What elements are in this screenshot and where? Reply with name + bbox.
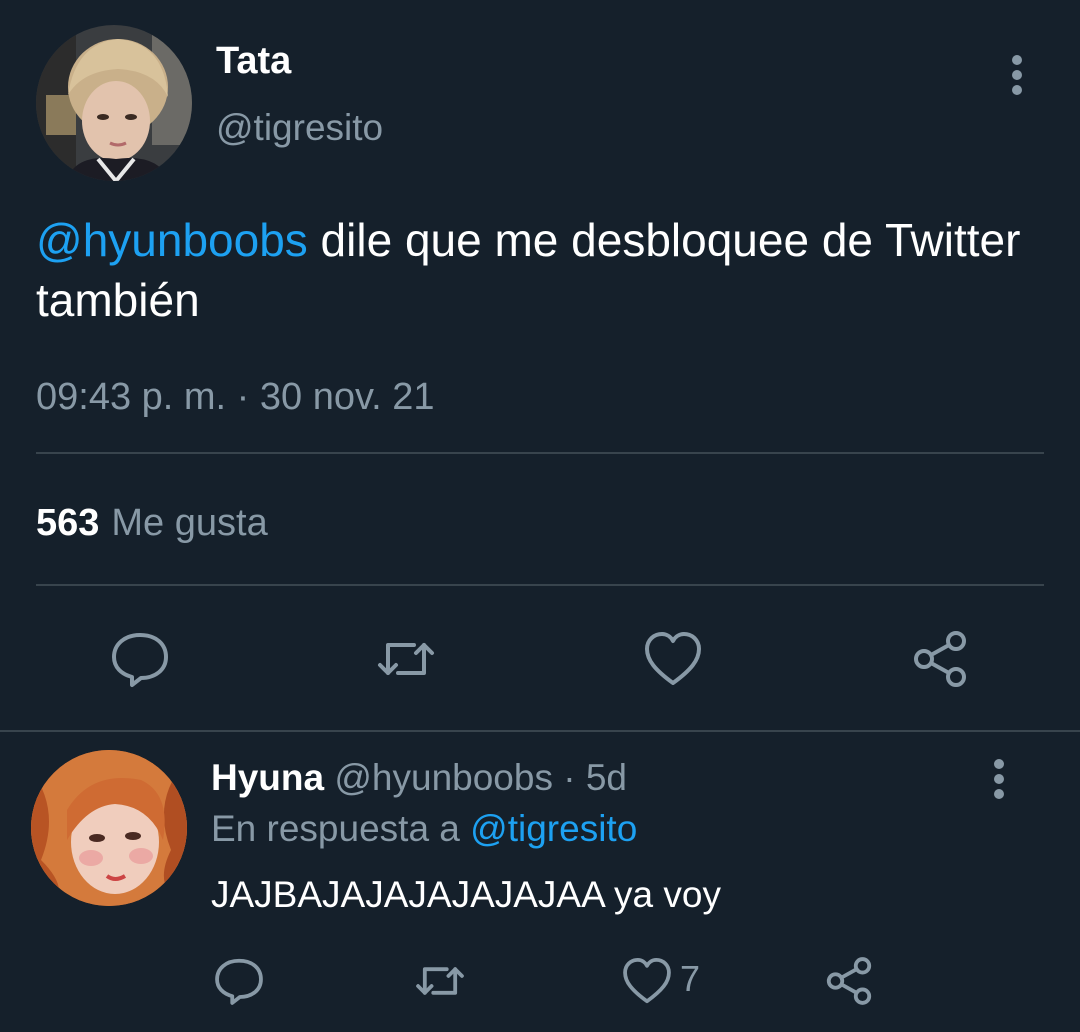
section-divider — [0, 730, 1080, 732]
avatar[interactable] — [31, 750, 187, 906]
more-vertical-icon[interactable] — [1002, 52, 1032, 98]
reply-icon[interactable] — [212, 954, 266, 1008]
author-name[interactable]: Tata — [216, 38, 291, 84]
avatar[interactable] — [36, 25, 192, 181]
author-handle[interactable]: @tigresito — [216, 105, 383, 151]
reply-context-label: En respuesta a — [211, 808, 471, 849]
mention-link[interactable]: @hyunboobs — [36, 214, 308, 266]
like-icon[interactable] — [620, 954, 674, 1008]
avatar-photo — [36, 25, 192, 181]
share-icon[interactable] — [822, 954, 876, 1008]
share-icon[interactable] — [908, 627, 972, 691]
retweet-icon[interactable] — [374, 627, 438, 691]
reply-header: Hyuna @hyunboobs · 5d — [211, 755, 627, 801]
tweet-timestamp: 09:43 p. m. · 30 nov. 21 — [36, 376, 435, 418]
divider — [36, 452, 1044, 454]
likes-label: Me gusta — [111, 502, 268, 544]
mention-link[interactable]: @tigresito — [470, 808, 637, 849]
author-name[interactable]: Hyuna — [211, 757, 324, 798]
separator: · — [552, 757, 586, 798]
author-handle[interactable]: @hyunboobs — [334, 757, 553, 798]
tweet-text: JAJBAJAJAJAJAJAJAA ya voy — [211, 874, 721, 915]
like-count: 7 — [680, 958, 701, 999]
tweet-age: 5d — [585, 757, 628, 798]
retweet-icon[interactable] — [413, 954, 467, 1008]
like-icon[interactable] — [641, 627, 705, 691]
divider — [36, 584, 1044, 586]
tweet-text: @hyunboobs dile que me desbloquee de Twi… — [36, 210, 1046, 330]
reply-icon[interactable] — [108, 627, 172, 691]
likes-count: 563 — [36, 502, 100, 544]
likes-summary[interactable]: 563 Me gusta — [36, 498, 268, 548]
more-vertical-icon[interactable] — [984, 756, 1014, 802]
avatar-photo — [31, 750, 187, 906]
reply-context: En respuesta a @tigresito — [211, 806, 637, 852]
